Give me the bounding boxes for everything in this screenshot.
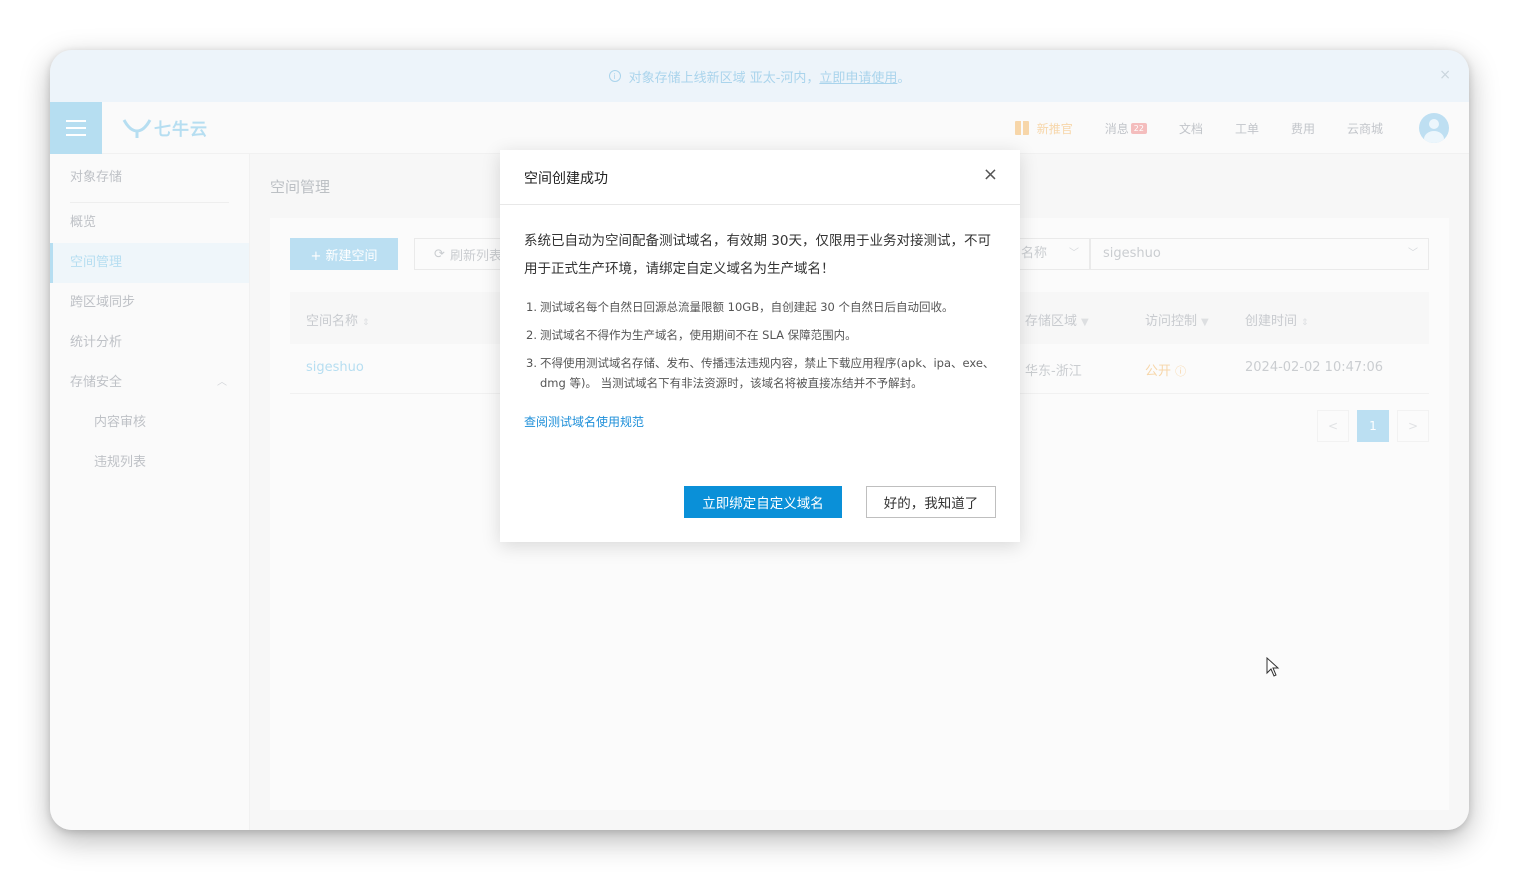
list-item: 2. 测试域名不得作为生产域名，使用期间不在 SLA 保障范围内。 xyxy=(524,325,996,345)
list-item-number: 3. xyxy=(526,356,537,370)
dialog-rules-list: 1. 测试域名每个自然日回源总流量限额 10GB，自创建起 30 个自然日后自动… xyxy=(524,297,996,393)
bind-custom-domain-button[interactable]: 立即绑定自定义域名 xyxy=(684,486,842,518)
list-item-text: 测试域名每个自然日回源总流量限额 10GB，自创建起 30 个自然日后自动回收。 xyxy=(540,300,954,314)
list-item: 1. 测试域名每个自然日回源总流量限额 10GB，自创建起 30 个自然日后自动… xyxy=(524,297,996,317)
dialog-header: 空间创建成功 × xyxy=(500,150,1020,205)
list-item-number: 2. xyxy=(526,328,537,342)
list-item-text: 不得使用测试域名存储、发布、传播违法违规内容，禁止下载应用程序(apk、ipa、… xyxy=(540,356,995,390)
list-item-text: 测试域名不得作为生产域名，使用期间不在 SLA 保障范围内。 xyxy=(540,328,857,342)
list-item: 3. 不得使用测试域名存储、发布、传播违法违规内容，禁止下载应用程序(apk、i… xyxy=(524,353,996,393)
dialog-title: 空间创建成功 xyxy=(524,171,608,187)
list-item-number: 1. xyxy=(526,300,537,314)
test-domain-policy-link[interactable]: 查阅测试域名使用规范 xyxy=(524,413,996,430)
close-icon[interactable]: × xyxy=(983,166,998,184)
mouse-cursor-icon xyxy=(1266,657,1280,677)
bucket-created-dialog: 空间创建成功 × 系统已自动为空间配备测试域名，有效期 30天，仅限用于业务对接… xyxy=(500,150,1020,542)
dialog-lead-text: 系统已自动为空间配备测试域名，有效期 30天，仅限用于业务对接测试，不可用于正式… xyxy=(524,233,991,277)
acknowledge-button[interactable]: 好的，我知道了 xyxy=(866,486,996,518)
dialog-body: 系统已自动为空间配备测试域名，有效期 30天，仅限用于业务对接测试，不可用于正式… xyxy=(500,205,1020,430)
